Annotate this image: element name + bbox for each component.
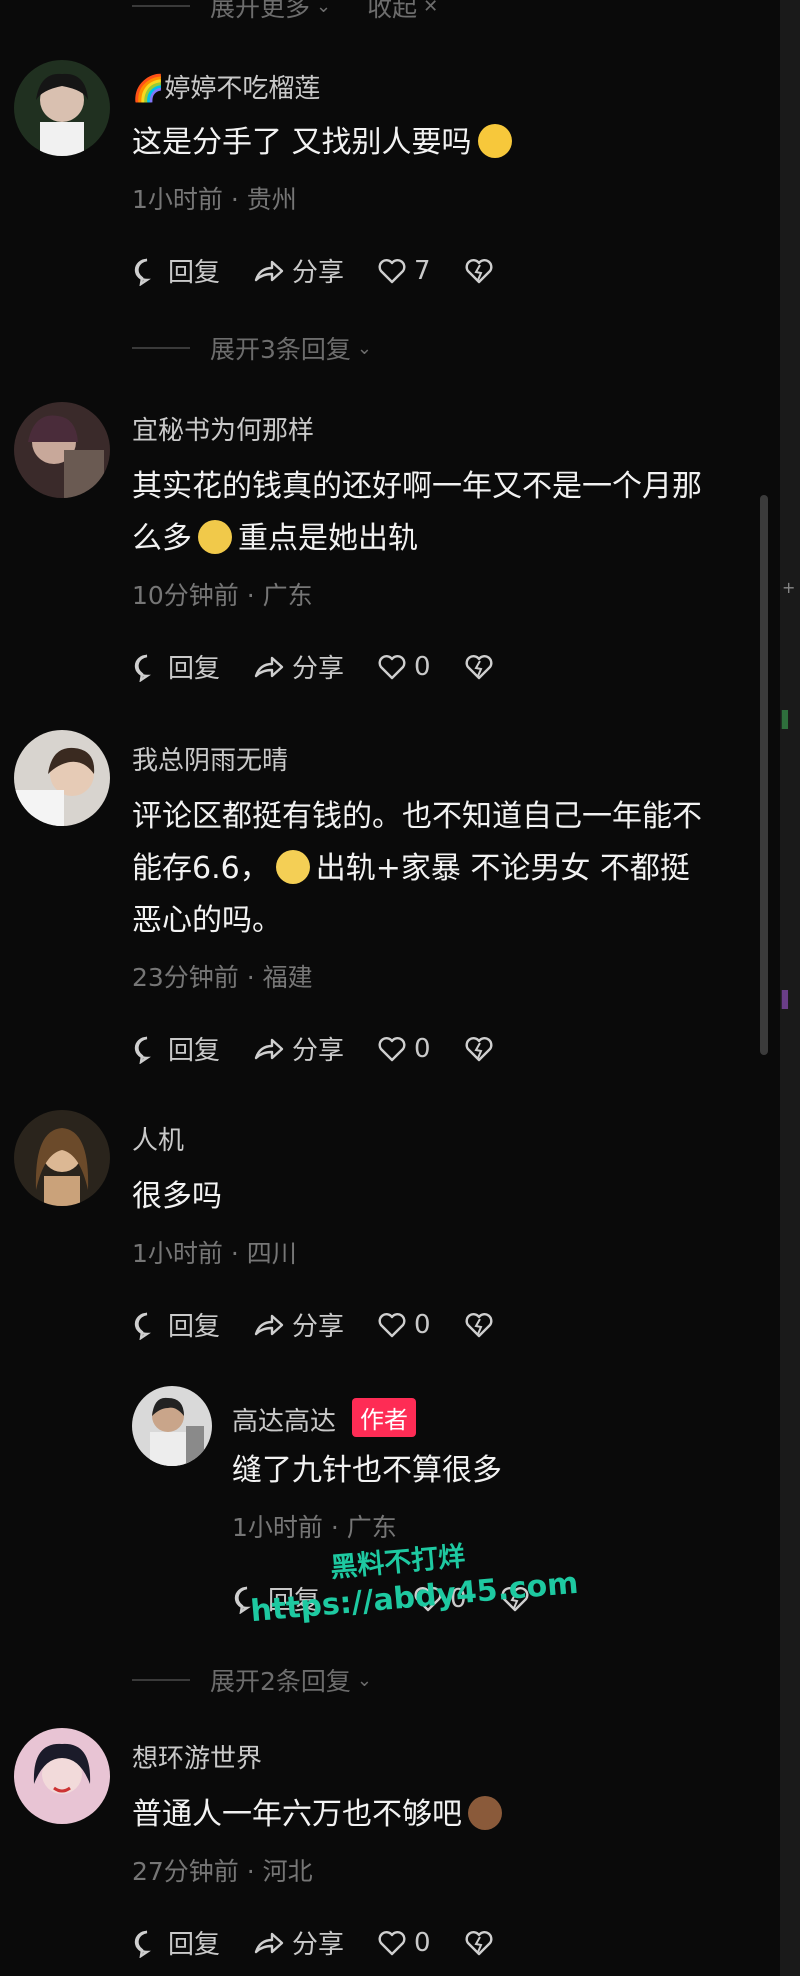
comment-text-line: 其实花的钱真的还好啊一年又不是一个月那 — [132, 469, 702, 504]
side-panel — [780, 0, 800, 1976]
like-button[interactable]: 0 — [376, 1034, 431, 1064]
dislike-button[interactable] — [463, 256, 501, 286]
like-button[interactable]: 7 — [376, 256, 431, 286]
reply-button[interactable]: 回复 — [132, 1924, 220, 1961]
username[interactable]: 宜秘书为何那样 — [132, 410, 314, 447]
broken-heart-icon — [465, 258, 493, 283]
dizzy-emoji-icon — [275, 850, 310, 884]
like-button[interactable]: 0 — [376, 652, 431, 682]
expand-more-toggle[interactable]: 展开更多 ⌄ 收起 ✕ — [132, 0, 438, 24]
chevron-down-icon: ⌄ — [316, 0, 332, 17]
broken-heart-icon — [465, 1036, 493, 1061]
author-badge: 作者 — [352, 1398, 417, 1437]
share-button[interactable]: 分享 — [252, 1924, 344, 1961]
avatar[interactable] — [14, 1728, 110, 1824]
username[interactable]: 想环游世界 — [132, 1738, 262, 1775]
share-button[interactable]: 分享 — [252, 1030, 344, 1067]
share-arrow-icon — [254, 260, 284, 281]
share-arrow-icon — [254, 1932, 284, 1953]
avatar[interactable] — [14, 730, 110, 826]
expand-more-label[interactable]: 展开更多 — [210, 0, 310, 24]
reply-button[interactable]: 回复 — [132, 1030, 220, 1067]
heart-icon — [378, 258, 406, 283]
comment-actions: 回复 分享 7 — [132, 252, 533, 289]
like-button[interactable]: 0 — [376, 1310, 431, 1340]
comment-bubble-icon — [134, 654, 151, 682]
share-arrow-icon — [254, 656, 284, 677]
dislike-button[interactable] — [463, 1928, 501, 1958]
reply-meta: 1小时前 · 广东 — [232, 1513, 397, 1542]
side-plus-icon: + — [782, 578, 796, 597]
comment-bubble-icon — [134, 1930, 151, 1958]
rainbow-icon: 🌈 — [132, 74, 165, 104]
reply-username[interactable]: 高达高达 作者 — [232, 1398, 417, 1438]
side-edge-mark: ▌ — [782, 710, 795, 729]
reply-text: 缝了九针也不算很多 — [232, 1453, 502, 1488]
reply-button[interactable]: 回复 — [132, 1306, 220, 1343]
reply-avatar[interactable] — [132, 1386, 212, 1466]
side-edge-mark: ▌ — [782, 990, 795, 1009]
share-button[interactable]: 分享 — [252, 648, 344, 685]
broken-heart-icon — [465, 654, 493, 679]
avatar[interactable] — [14, 1110, 110, 1206]
comment-bubble-icon — [134, 258, 151, 286]
divider — [132, 5, 190, 7]
like-button[interactable]: 0 — [376, 1928, 431, 1958]
comment-actions: 回复 分享 0 — [132, 1924, 533, 1961]
collapse-label[interactable]: 收起 — [367, 0, 417, 24]
share-button[interactable]: 分享 — [252, 1306, 344, 1343]
comment-text: 普通人一年六万也不够吧 — [132, 1788, 508, 1842]
heart-icon — [378, 1312, 406, 1337]
broken-heart-icon — [465, 1930, 493, 1955]
scrollbar-thumb[interactable] — [760, 495, 768, 1055]
laughing-emoji-icon — [477, 124, 512, 158]
thinking-emoji-icon — [198, 520, 232, 554]
dislike-button[interactable] — [463, 1034, 501, 1064]
comment-text-line: 么多 重点是她出轨 — [132, 520, 418, 556]
comment-text: 这是分手了 又找别人要吗 — [132, 116, 518, 170]
expand-replies-toggle[interactable]: 展开3条回复 ⌄ — [132, 330, 372, 366]
divider — [132, 347, 190, 349]
dislike-button[interactable] — [463, 1310, 501, 1340]
avatar[interactable] — [14, 60, 110, 156]
share-button[interactable]: 分享 — [252, 252, 344, 289]
expand-replies-toggle[interactable]: 展开2条回复 ⌄ — [132, 1662, 372, 1698]
comment-meta: 27分钟前 · 河北 — [132, 1857, 313, 1886]
broken-heart-icon — [465, 1312, 493, 1337]
dislike-button[interactable] — [463, 652, 501, 682]
username[interactable]: 我总阴雨无晴 — [132, 740, 288, 777]
poop-emoji-icon — [468, 1796, 502, 1830]
comment-actions: 回复 分享 0 — [132, 648, 533, 685]
close-icon: ✕ — [423, 0, 439, 17]
comment-meta: 10分钟前 · 广东 — [132, 581, 313, 610]
comment-bubble-icon — [134, 1312, 151, 1340]
comment-meta: 23分钟前 · 福建 — [132, 963, 313, 992]
reply-button[interactable]: 回复 — [132, 252, 220, 289]
username[interactable]: 人机 — [132, 1120, 184, 1157]
comment-meta: 1小时前 · 贵州 — [132, 185, 297, 214]
chevron-down-icon: ⌄ — [356, 1669, 372, 1691]
comment-text-line: 恶心的吗。 — [132, 903, 282, 938]
comment-text-line: 能存6.6， 出轨+家暴 不论男女 不都挺 — [132, 850, 690, 886]
username[interactable]: 🌈婷婷不吃榴莲 — [132, 68, 320, 105]
avatar[interactable] — [14, 402, 110, 498]
share-arrow-icon — [254, 1038, 284, 1059]
comment-actions: 回复 分享 0 — [132, 1306, 533, 1343]
chevron-down-icon: ⌄ — [356, 337, 372, 359]
comment-bubble-icon — [134, 1036, 151, 1064]
comment-actions: 回复 分享 0 — [132, 1030, 533, 1067]
divider — [132, 1679, 190, 1681]
reply-button[interactable]: 回复 — [132, 648, 220, 685]
comment-meta: 1小时前 · 四川 — [132, 1239, 297, 1268]
comment-text-line: 评论区都挺有钱的。也不知道自己一年能不 — [132, 799, 702, 834]
share-arrow-icon — [254, 1314, 284, 1335]
heart-icon — [378, 654, 406, 679]
heart-icon — [378, 1036, 406, 1061]
comment-text: 很多吗 — [132, 1179, 222, 1214]
heart-icon — [378, 1930, 406, 1955]
